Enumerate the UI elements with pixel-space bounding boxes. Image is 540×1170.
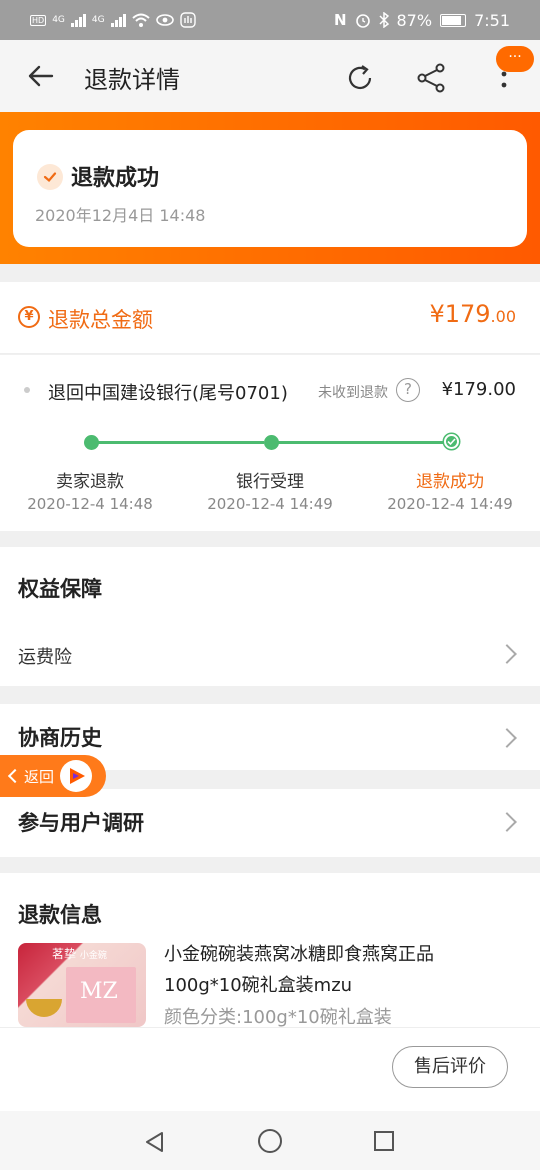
product-logo-mark: MZ	[80, 979, 118, 1004]
refund-progress-card: 退回中国建设银行(尾号0701) 未收到退款 ? ¥179.00 卖家退款 银行…	[0, 355, 540, 531]
refund-route-amount: ¥179.00	[441, 379, 516, 400]
currency-symbol: ¥	[429, 300, 445, 328]
after-sale-review-button[interactable]: 售后评价	[392, 1046, 508, 1088]
system-navigation-bar	[0, 1111, 540, 1170]
more-options-icon[interactable]	[498, 70, 510, 100]
shipping-insurance-row[interactable]: 运费险	[0, 633, 540, 683]
top-navbar: 退款详情 ···	[0, 40, 540, 112]
refund-status-title: 退款成功	[71, 166, 160, 191]
battery-icon	[440, 13, 467, 27]
step-label-1: 卖家退款	[56, 472, 124, 492]
refund-status-card: 退款成功 2020年12月4日 14:48	[13, 130, 527, 247]
chevron-left-icon	[7, 768, 23, 784]
yen-icon: ¥	[18, 306, 40, 328]
step-time-3: 2020-12-4 14:49	[387, 495, 513, 513]
refund-status-time: 2020年12月4日 14:48	[35, 206, 206, 225]
signal-icon-2	[110, 13, 126, 27]
step-label-3: 退款成功	[416, 472, 484, 492]
shipping-insurance-label: 运费险	[18, 647, 72, 668]
nfc-icon: N	[333, 11, 347, 29]
eye-icon	[155, 14, 174, 26]
amount-integer: 179	[444, 300, 491, 328]
floating-back-label: 返回	[24, 767, 55, 786]
rights-title: 权益保障	[18, 577, 102, 601]
refresh-icon[interactable]	[344, 62, 376, 94]
back-arrow-icon[interactable]	[26, 62, 54, 90]
network-type-2: 4G	[91, 15, 105, 25]
refund-total-label: 退款总金额	[48, 308, 153, 332]
refund-total-row: ¥ 退款总金额 ¥179.00	[0, 282, 540, 354]
bottom-action-bar: 售后评价	[0, 1027, 540, 1111]
not-received-link[interactable]: 未收到退款	[318, 382, 388, 402]
share-icon[interactable]	[416, 62, 448, 94]
refund-destination: 退回中国建设银行(尾号0701)	[48, 383, 288, 404]
clock: 7:51	[474, 10, 510, 30]
progress-dot-2	[264, 435, 279, 450]
bluetooth-icon	[378, 12, 389, 28]
survey-row[interactable]: 参与用户调研	[0, 789, 540, 857]
refund-total-amount: ¥179.00	[429, 300, 516, 328]
alarm-icon	[355, 14, 370, 28]
wifi-icon	[131, 13, 150, 27]
step-time-1: 2020-12-4 14:48	[27, 495, 153, 513]
status-bar-right: N 87% 7:51	[334, 11, 510, 30]
check-icon	[37, 164, 63, 190]
help-icon[interactable]: ?	[396, 378, 420, 402]
network-type-1: 4G	[52, 15, 65, 25]
system-back-icon[interactable]	[144, 1131, 166, 1153]
battery-percent: 87%	[396, 10, 433, 30]
refund-info-title: 退款信息	[18, 903, 102, 927]
gold-bowl	[26, 999, 62, 1017]
status-bar: HD 4G 4G N 87% 7:51	[0, 0, 540, 40]
history-title: 协商历史	[18, 726, 102, 750]
signal-icon	[70, 13, 86, 27]
chevron-right-icon	[497, 644, 517, 664]
step-time-2: 2020-12-4 14:49	[207, 495, 333, 513]
product-title[interactable]: 小金碗碗装燕窝冰糖即食燕窝正品100g*10碗礼盒装mzu	[164, 939, 504, 1001]
product-spec: 颜色分类:100g*10碗礼盒装	[164, 1007, 392, 1027]
system-home-icon[interactable]	[258, 1129, 282, 1153]
progress-line-2	[278, 441, 444, 444]
page-title: 退款详情	[84, 66, 180, 94]
rights-section: 权益保障 运费险	[0, 547, 540, 686]
system-recents-icon[interactable]	[374, 1131, 394, 1151]
chevron-right-icon	[497, 812, 517, 832]
product-image[interactable]: 茗挚 小金碗 MZ	[18, 943, 146, 1027]
status-bar-left: HD 4G 4G	[30, 12, 196, 28]
app-logo-icon	[60, 760, 92, 792]
bullet-dot	[24, 387, 30, 393]
status-banner: 退款成功 2020年12月4日 14:48	[0, 112, 540, 264]
progress-dot-1	[84, 435, 99, 450]
message-badge[interactable]: ···	[496, 46, 534, 72]
hd-icon: HD	[30, 14, 47, 26]
progress-check-icon	[444, 434, 459, 449]
step-label-2: 银行受理	[236, 472, 304, 492]
chevron-right-icon	[497, 728, 517, 748]
survey-title: 参与用户调研	[18, 811, 144, 835]
progress-line-1	[98, 441, 264, 444]
hand-icon	[179, 12, 196, 28]
refund-info-section: 退款信息 茗挚 小金碗 MZ 小金碗碗装燕窝冰糖即食燕窝正品100g*10碗礼盒…	[0, 873, 540, 1027]
amount-decimal: .00	[490, 307, 516, 326]
product-brand-text: 茗挚 小金碗	[52, 947, 107, 961]
floating-back-button[interactable]: 返回	[0, 755, 106, 797]
